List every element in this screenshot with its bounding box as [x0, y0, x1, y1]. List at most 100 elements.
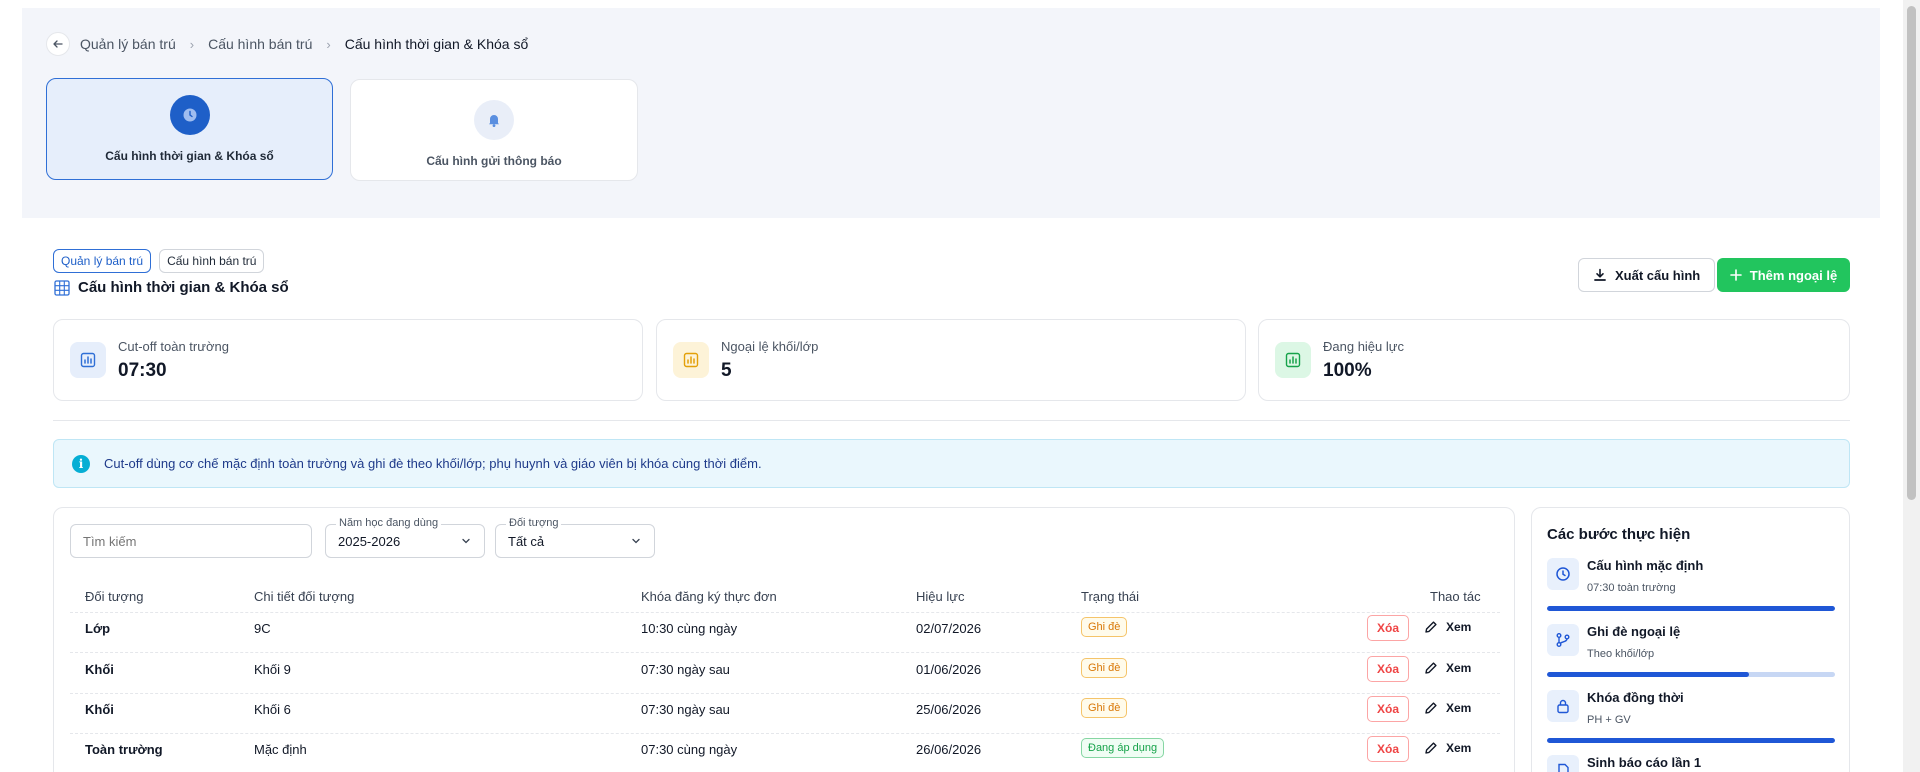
- steps-title: Các bước thực hiện: [1547, 526, 1691, 543]
- stat-label: Đang hiệu lực: [1323, 338, 1404, 354]
- config-card-time-lock[interactable]: Cấu hình thời gian & Khóa sổ: [46, 78, 333, 180]
- chart-icon: [70, 342, 106, 378]
- target-label: Đối tượng: [506, 517, 562, 529]
- cell-effective: 01/06/2026: [916, 662, 982, 677]
- breadcrumb: Quản lý bán trú › Cấu hình bán trú › Cấu…: [46, 32, 528, 56]
- column-header-detail[interactable]: Chi tiết đối tượng: [254, 589, 354, 604]
- pencil-icon: [1425, 662, 1437, 674]
- chevron-down-icon: [462, 538, 470, 544]
- stat-value: 100%: [1323, 359, 1372, 381]
- scrollbar-thumb[interactable]: [1907, 6, 1916, 500]
- pencil-icon: [1425, 702, 1437, 714]
- column-header-status[interactable]: Trạng thái: [1081, 589, 1139, 604]
- report-icon: [1547, 755, 1579, 772]
- breadcrumb-item-2[interactable]: Cấu hình bán trú: [208, 36, 312, 52]
- cell-lock: 07:30 cùng ngày: [641, 742, 738, 757]
- cell-lock: 07:30 ngày sau: [641, 662, 730, 677]
- stat-card-cutoff: Cut-off toàn trường 07:30: [53, 319, 643, 401]
- step-name: Khóa đồng thời: [1587, 690, 1684, 705]
- step-name: Cấu hình mặc định: [1587, 558, 1704, 573]
- info-icon: i: [72, 454, 90, 473]
- column-header-target[interactable]: Đối tượng: [85, 589, 143, 604]
- cell-effective: 26/06/2026: [916, 742, 982, 757]
- tag-semiboarding[interactable]: Quản lý bán trú: [53, 249, 152, 273]
- bell-icon: [474, 100, 514, 140]
- clock-icon: [169, 95, 210, 135]
- cell-target: Khối: [85, 662, 114, 677]
- cell-target: Khối: [85, 702, 114, 717]
- page-title: Cấu hình thời gian & Khóa sổ: [54, 279, 289, 296]
- page-scrollbar[interactable]: [1903, 0, 1920, 772]
- stat-label: Cut-off toàn trường: [118, 338, 229, 354]
- cell-lock: 10:30 cùng ngày: [641, 621, 738, 636]
- status-badge: Ghi đè: [1081, 698, 1128, 718]
- search-input[interactable]: [70, 524, 312, 558]
- chart-icon: [1275, 342, 1311, 378]
- column-header-lock[interactable]: Khóa đăng ký thực đơn: [641, 589, 777, 604]
- back-button[interactable]: [46, 32, 70, 56]
- step-sub: Theo khối/lớp: [1587, 648, 1655, 660]
- row-divider: [70, 612, 1500, 613]
- view-button[interactable]: Xem: [1424, 701, 1471, 715]
- stat-card-exceptions: Ngoại lệ khối/lớp 5: [656, 319, 1246, 401]
- add-exception-button[interactable]: Thêm ngoại lệ: [1717, 258, 1850, 292]
- delete-button[interactable]: Xóa: [1367, 736, 1409, 762]
- school-year-label: Năm học đang dùng: [336, 517, 442, 529]
- view-button[interactable]: Xem: [1424, 741, 1471, 755]
- info-banner: i Cut-off dùng cơ chế mặc định toàn trườ…: [53, 439, 1850, 488]
- cell-effective: 25/06/2026: [916, 702, 982, 717]
- arrow-left-icon: [53, 40, 63, 48]
- step-name: Ghi đè ngoại lệ: [1587, 624, 1681, 639]
- view-button[interactable]: Xem: [1424, 620, 1471, 634]
- row-divider: [70, 652, 1500, 653]
- view-label: Xem: [1446, 661, 1472, 675]
- row-divider: [70, 693, 1500, 694]
- breadcrumb-item-1[interactable]: Quản lý bán trú: [80, 36, 176, 52]
- target-select[interactable]: Đối tượng Tất cả: [495, 517, 655, 558]
- status-badge: Ghi đè: [1081, 617, 1128, 637]
- step-progress: [1547, 738, 1835, 743]
- view-button[interactable]: Xem: [1424, 661, 1471, 675]
- clock-icon: [1547, 558, 1579, 590]
- row-divider: [70, 733, 1500, 734]
- target-value: Tất cả: [508, 533, 545, 549]
- exceptions-table-panel: Năm học đang dùng 2025-2026 Đối tượng Tấ…: [53, 507, 1515, 772]
- chart-icon: [673, 342, 709, 378]
- step-progress-fill: [1547, 606, 1835, 611]
- step-sub: PH + GV: [1587, 714, 1631, 726]
- column-header-actions: Thao tác: [1430, 589, 1481, 604]
- status-badge: Ghi đè: [1081, 658, 1128, 678]
- lock-icon: [1547, 690, 1579, 722]
- stat-value: 07:30: [118, 359, 167, 381]
- view-label: Xem: [1446, 741, 1472, 755]
- cell-target: Lớp: [85, 621, 111, 636]
- step-progress: [1547, 606, 1835, 611]
- config-card-notification[interactable]: Cấu hình gửi thông báo: [350, 79, 638, 181]
- delete-button[interactable]: Xóa: [1367, 656, 1409, 682]
- view-label: Xem: [1446, 620, 1472, 634]
- step-name: Sinh báo cáo lần 1: [1587, 755, 1702, 770]
- school-year-value: 2025-2026: [338, 533, 401, 549]
- export-config-button[interactable]: Xuất cấu hình: [1578, 258, 1716, 292]
- step-progress-fill: [1547, 738, 1835, 743]
- delete-button[interactable]: Xóa: [1367, 615, 1409, 641]
- column-header-effective[interactable]: Hiệu lực: [916, 589, 964, 604]
- stat-label: Ngoại lệ khối/lớp: [721, 338, 819, 354]
- step-progress-fill: [1547, 672, 1749, 677]
- app-root: Quản lý bán trú › Cấu hình bán trú › Cấu…: [0, 0, 1920, 772]
- branch-icon: [1547, 624, 1579, 656]
- pencil-icon: [1425, 621, 1437, 633]
- status-badge: Đang áp dụng: [1081, 738, 1165, 758]
- config-card-label: Cấu hình gửi thông báo: [426, 154, 562, 168]
- tag-config[interactable]: Cấu hình bán trú: [159, 249, 265, 273]
- plus-icon: [1729, 269, 1742, 281]
- cell-target: Toàn trường: [85, 742, 163, 757]
- steps-panel: Các bước thực hiện Cấu hình mặc định 07:…: [1531, 507, 1850, 772]
- step-sub: 07:30 toàn trường: [1587, 582, 1676, 594]
- page-title-text: Cấu hình thời gian & Khóa sổ: [78, 279, 289, 296]
- delete-button[interactable]: Xóa: [1367, 696, 1409, 722]
- cell-detail: Khối 6: [254, 702, 291, 717]
- export-config-label: Xuất cấu hình: [1615, 267, 1701, 283]
- stat-value: 5: [721, 359, 732, 381]
- school-year-select[interactable]: Năm học đang dùng 2025-2026: [325, 517, 485, 558]
